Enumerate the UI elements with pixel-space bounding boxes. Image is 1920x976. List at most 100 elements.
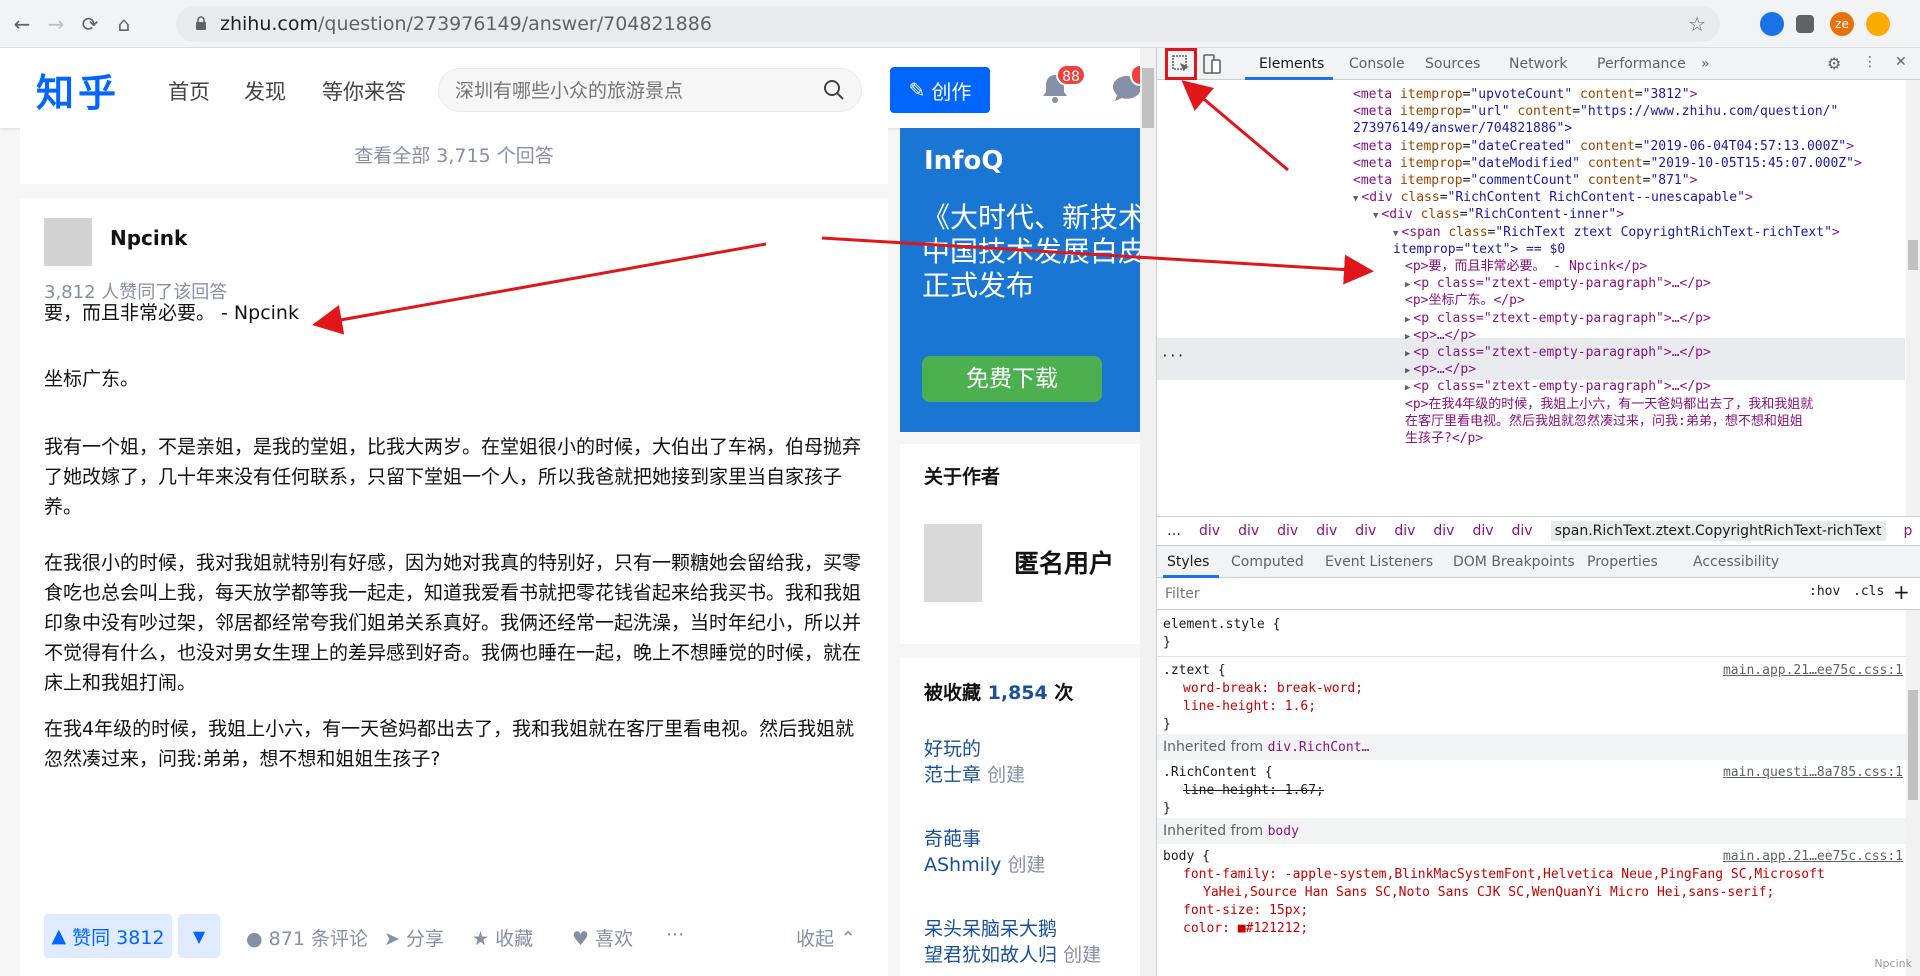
triangle-right-icon[interactable]: ▶ xyxy=(1405,332,1410,342)
triangle-right-icon[interactable]: ▶ xyxy=(1405,315,1410,325)
inherited-target[interactable]: div.RichCont… xyxy=(1268,740,1370,755)
triangle-right-icon[interactable]: ▶ xyxy=(1405,383,1410,393)
update-icon[interactable] xyxy=(1866,12,1890,36)
author-name[interactable]: Npcink xyxy=(110,226,187,250)
breadcrumb-item[interactable]: div xyxy=(1472,523,1493,539)
author-avatar[interactable] xyxy=(44,218,92,266)
subtab-styles[interactable]: Styles xyxy=(1167,554,1209,570)
ztext-source-link[interactable]: main.app.21…ee75c.css:1 xyxy=(1723,662,1903,680)
tab-console[interactable]: Console xyxy=(1349,56,1405,72)
breadcrumb-item[interactable]: div xyxy=(1238,523,1259,539)
sidebar-ad[interactable]: InfoQ 《大时代、新技术 中国技术发展白皮 正式发布 免费下载 xyxy=(900,128,1140,432)
elements-tree[interactable]: ··· <meta itemprop="upvoteCount" content=… xyxy=(1157,80,1920,516)
profile-avatar[interactable]: ze xyxy=(1830,12,1854,36)
search-icon[interactable] xyxy=(823,79,845,101)
breadcrumb-item[interactable]: … xyxy=(1167,523,1181,539)
breadcrumb-item[interactable]: div xyxy=(1316,523,1337,539)
back-icon[interactable]: ← xyxy=(8,10,36,38)
device-toolbar-icon[interactable] xyxy=(1203,54,1221,74)
styles-scroll-thumb[interactable] xyxy=(1908,690,1918,800)
triangle-right-icon[interactable]: ▶ xyxy=(1405,280,1410,290)
body-source-link[interactable]: main.app.21…ee75c.css:1 xyxy=(1723,848,1903,866)
tab-sources[interactable]: Sources xyxy=(1425,56,1480,72)
subtab-accessibility[interactable]: Accessibility xyxy=(1693,554,1779,570)
breadcrumb-item[interactable]: span.RichText.ztext.CopyrightRichText-ri… xyxy=(1550,521,1886,541)
reload-icon[interactable]: ⟳ xyxy=(76,10,104,38)
hov-toggle[interactable]: :hov xyxy=(1809,584,1840,599)
more-tabs-button[interactable]: » xyxy=(1701,56,1710,72)
more-button[interactable]: ··· xyxy=(666,924,684,946)
like-button[interactable]: ♥ 喜欢 xyxy=(572,924,633,951)
triangle-right-icon[interactable]: ▶ xyxy=(1405,349,1410,359)
subtab-dom-breakpoints[interactable]: DOM Breakpoints xyxy=(1453,554,1575,570)
elements-scrollbar[interactable] xyxy=(1906,80,1920,516)
css-property[interactable]: color: ■#121212; xyxy=(1183,920,1308,938)
breadcrumb-item[interactable]: p xyxy=(1904,523,1913,539)
breadcrumb-item[interactable]: div xyxy=(1199,523,1220,539)
page-scroll-thumb[interactable] xyxy=(1142,68,1154,128)
dom-node[interactable]: 生孩子?</p> xyxy=(1405,428,1483,449)
css-property-overridden[interactable]: line-height: 1.67; xyxy=(1183,782,1324,800)
inherited-header: Inherited from body xyxy=(1157,818,1907,844)
bookmark-star-icon[interactable]: ☆ xyxy=(1688,12,1706,36)
breadcrumb-item[interactable]: div xyxy=(1433,523,1454,539)
address-bar[interactable]: zhihu.com/question/273976149/answer/7048… xyxy=(176,6,1720,42)
subtab-computed[interactable]: Computed xyxy=(1231,554,1304,570)
search-input[interactable] xyxy=(455,77,815,105)
favorite-button[interactable]: ★ 收藏 xyxy=(472,924,533,951)
cls-toggle[interactable]: .cls xyxy=(1853,584,1884,599)
collection-title-link[interactable]: 好玩的 xyxy=(924,734,981,761)
styles-filter-input[interactable] xyxy=(1165,584,1645,604)
page-scrollbar[interactable] xyxy=(1140,48,1156,976)
collection-creator[interactable]: AShmily 创建 xyxy=(924,850,1045,877)
comments-button[interactable]: ● 871 条评论 xyxy=(246,924,368,951)
downvote-button[interactable]: ▼ xyxy=(178,914,220,958)
nav-home[interactable]: 首页 xyxy=(168,76,210,106)
tab-network[interactable]: Network xyxy=(1509,56,1567,72)
triangle-right-icon[interactable]: ▶ xyxy=(1405,366,1410,376)
collection-creator[interactable]: 望君犹如故人归 创建 xyxy=(924,940,1101,967)
styles-scrollbar[interactable] xyxy=(1906,610,1920,976)
breadcrumb-item[interactable]: div xyxy=(1355,523,1376,539)
nav-waiting-answers[interactable]: 等你来答 xyxy=(322,76,406,106)
share-button[interactable]: ➤ 分享 xyxy=(384,924,444,951)
richcontent-source-link[interactable]: main.questi…8a785.css:1 xyxy=(1723,764,1903,782)
css-property[interactable]: line-height: 1.6; xyxy=(1183,698,1316,716)
triangle-down-icon[interactable]: ▼ xyxy=(1393,229,1398,239)
subtab-event-listeners[interactable]: Event Listeners xyxy=(1325,554,1433,570)
extension-icon[interactable] xyxy=(1760,12,1784,36)
triangle-down-icon[interactable]: ▼ xyxy=(1373,211,1378,221)
tab-performance[interactable]: Performance xyxy=(1597,56,1686,72)
collections-title: 被收藏 1,854 次 xyxy=(924,678,1073,705)
elements-scroll-thumb[interactable] xyxy=(1908,240,1918,270)
breadcrumb-item[interactable]: div xyxy=(1277,523,1298,539)
css-property[interactable]: font-size: 15px; xyxy=(1183,902,1308,920)
upvote-button[interactable]: ▲ 赞同 3812 xyxy=(44,914,172,958)
tab-elements[interactable]: Elements xyxy=(1259,56,1324,72)
gear-icon[interactable]: ⚙ xyxy=(1827,54,1841,73)
new-rule-button[interactable]: + xyxy=(1893,580,1910,604)
ad-download-button[interactable]: 免费下载 xyxy=(922,356,1102,402)
subtab-properties[interactable]: Properties xyxy=(1587,554,1658,570)
home-icon[interactable]: ⌂ xyxy=(110,10,138,38)
breadcrumb-item[interactable]: div xyxy=(1512,523,1533,539)
breadcrumb-item[interactable]: div xyxy=(1394,523,1415,539)
collapse-button[interactable]: 收起 ⌃ xyxy=(796,924,856,951)
node-options-icon[interactable]: ··· xyxy=(1161,346,1184,367)
inherited-target[interactable]: body xyxy=(1268,824,1299,839)
css-property[interactable]: word-break: break-word; xyxy=(1183,680,1363,698)
create-button[interactable]: ✎ 创作 xyxy=(890,67,990,113)
collection-creator[interactable]: 范士章 创建 xyxy=(924,760,1025,787)
view-all-answers-link[interactable]: 查看全部 3,715 个回答 xyxy=(20,128,888,184)
zhihu-logo[interactable]: 知乎 xyxy=(36,62,120,117)
collection-title-link[interactable]: 奇葩事 xyxy=(924,824,981,851)
css-property[interactable]: font-family: -apple-system,BlinkMacSyste… xyxy=(1183,866,1825,884)
forward-icon[interactable]: → xyxy=(42,10,70,38)
puzzle-icon[interactable] xyxy=(1796,15,1814,33)
triangle-down-icon[interactable]: ▼ xyxy=(1353,194,1358,204)
close-icon[interactable]: ✕ xyxy=(1895,54,1907,70)
nav-discover[interactable]: 发现 xyxy=(244,76,286,106)
kebab-menu-icon[interactable]: ⋮ xyxy=(1863,54,1877,70)
created-label: 创建 xyxy=(1063,944,1102,966)
collection-title-link[interactable]: 呆头呆脑呆大鹅 xyxy=(924,914,1057,941)
